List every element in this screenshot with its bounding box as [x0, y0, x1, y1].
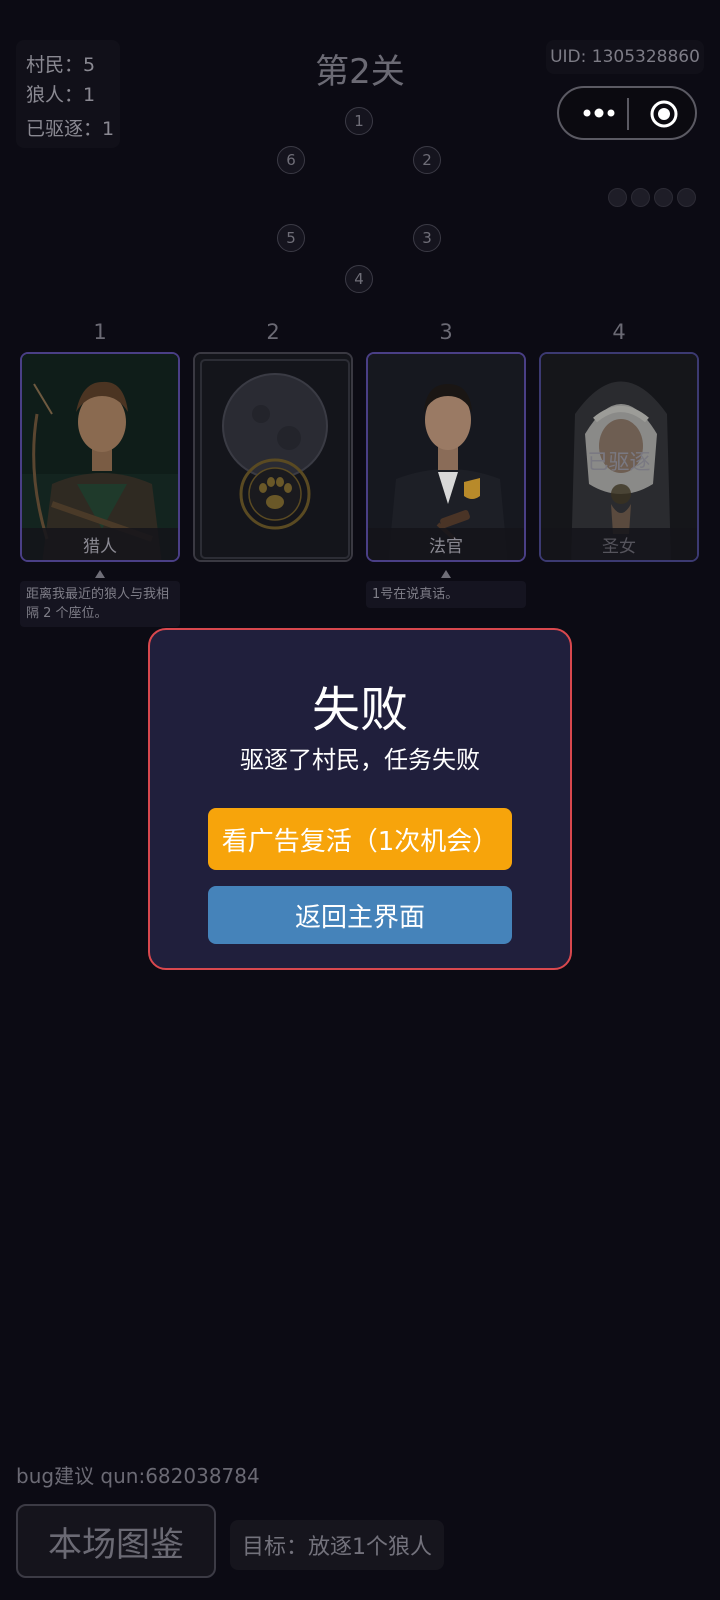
- uid-label: UID: 1305328860: [546, 40, 704, 74]
- expelled-count: 已驱逐：1: [26, 118, 115, 140]
- tip-pointer-icon: [95, 570, 105, 578]
- seat-5: 5: [277, 224, 305, 252]
- expelled-badge: 已驱逐: [587, 450, 651, 474]
- dialog-title: 失败: [311, 682, 408, 738]
- card-number-3: 3: [439, 320, 453, 344]
- return-home-button[interactable]: 返回主界面: [208, 886, 512, 944]
- card-number-1: 1: [93, 320, 107, 344]
- card-role-name: 圣女: [541, 528, 697, 560]
- role-card-judge[interactable]: 法官: [366, 352, 526, 562]
- bug-feedback-text: bug建议 qun:682038784: [16, 1464, 260, 1488]
- card-role-name: 猎人: [22, 528, 178, 560]
- seat-2: 2: [413, 146, 441, 174]
- seat-4: 4: [345, 265, 373, 293]
- miniprogram-capsule: [557, 86, 697, 140]
- dialog-message: 驱逐了村民，任务失败: [240, 746, 480, 774]
- card-number-4: 4: [612, 320, 626, 344]
- codex-button[interactable]: 本场图鉴: [16, 1504, 216, 1578]
- target-icon[interactable]: [649, 99, 679, 129]
- role-card-hidden[interactable]: [193, 352, 353, 562]
- tip-pointer-icon: [441, 570, 451, 578]
- judge-tip: 1号在说真话。: [366, 581, 526, 608]
- seat-3: 3: [413, 224, 441, 252]
- card-role-name: 法官: [368, 528, 524, 560]
- capsule-divider: [627, 98, 629, 130]
- progress-dot: [608, 188, 627, 207]
- hunter-tip: 距离我最近的狼人与我相隔 2 个座位。: [20, 581, 180, 627]
- failure-dialog: 失败 驱逐了村民，任务失败 看广告复活（1次机会） 返回主界面: [148, 628, 572, 970]
- role-card-hunter[interactable]: 猎人: [20, 352, 180, 562]
- role-card-saint[interactable]: 已驱逐 圣女: [539, 352, 699, 562]
- progress-dots: [608, 188, 696, 207]
- more-dots-icon[interactable]: [581, 100, 617, 126]
- watch-ad-revive-button[interactable]: 看广告复活（1次机会）: [208, 808, 512, 870]
- progress-dot: [654, 188, 673, 207]
- goal-label: 目标：放逐1个狼人: [230, 1520, 444, 1570]
- progress-dot: [631, 188, 650, 207]
- card-back-icon: [195, 354, 351, 560]
- progress-dot: [677, 188, 696, 207]
- seat-6: 6: [277, 146, 305, 174]
- seat-1: 1: [345, 107, 373, 135]
- card-number-2: 2: [266, 320, 280, 344]
